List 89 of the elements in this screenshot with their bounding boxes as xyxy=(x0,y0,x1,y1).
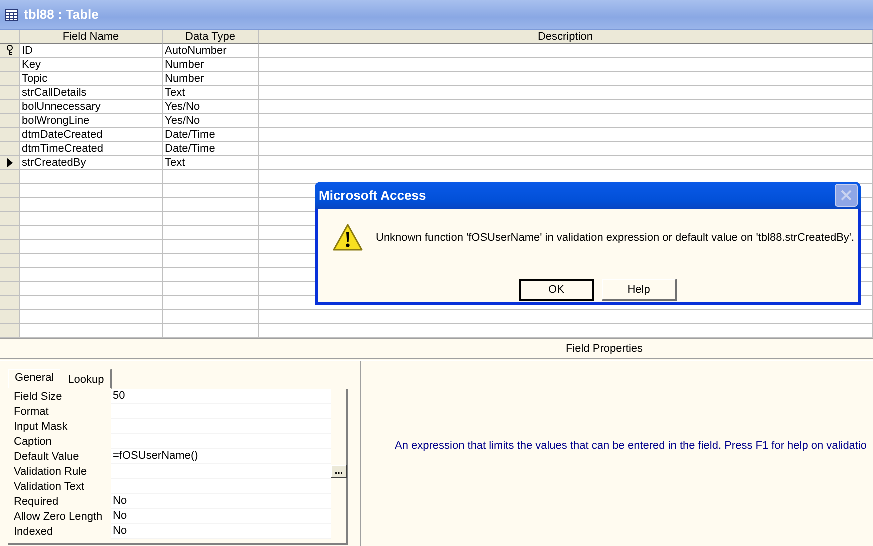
property-field[interactable]: 50 xyxy=(111,389,331,404)
table-cell[interactable] xyxy=(20,310,163,324)
property-label: Format xyxy=(14,406,50,418)
table-cell[interactable] xyxy=(163,184,259,198)
table-cell[interactable] xyxy=(20,212,163,226)
table-cell[interactable] xyxy=(259,72,873,86)
table-cell[interactable]: Yes/No xyxy=(163,100,259,114)
table-cell[interactable] xyxy=(20,254,163,268)
dialog-title: Microsoft Access xyxy=(319,188,426,203)
property-label: Validation Text xyxy=(14,480,86,492)
table-cell[interactable]: Yes/No xyxy=(163,114,259,128)
table-cell[interactable] xyxy=(259,156,873,170)
dialog-button[interactable]: OK xyxy=(519,279,594,301)
property-label: Validation Rule xyxy=(14,466,88,478)
table-cell[interactable] xyxy=(163,254,259,268)
table-cell[interactable]: ID xyxy=(20,44,163,58)
property-label: Caption xyxy=(14,436,53,448)
property-label: Field Size xyxy=(14,390,64,402)
table-cell[interactable] xyxy=(20,226,163,240)
table-cell[interactable]: bolUnnecessary xyxy=(20,100,163,114)
table-cell[interactable]: Topic xyxy=(20,72,163,86)
property-label: Allow Zero Length xyxy=(14,510,104,522)
table-cell[interactable] xyxy=(20,268,163,282)
property-field[interactable] xyxy=(111,479,331,494)
table-cell[interactable]: AutoNumber xyxy=(163,44,259,58)
property-label: Default Value xyxy=(14,450,80,462)
table-cell[interactable]: bolWrongLine xyxy=(20,114,163,128)
close-icon xyxy=(841,190,852,201)
table-cell[interactable]: Number xyxy=(163,72,259,86)
table-cell[interactable]: Text xyxy=(163,156,259,170)
table-cell[interactable] xyxy=(163,324,259,338)
section-title: Field Properties xyxy=(566,343,644,355)
table-cell[interactable] xyxy=(20,198,163,212)
table-cell[interactable] xyxy=(163,268,259,282)
table-cell[interactable]: Date/Time xyxy=(163,128,259,142)
table-cell[interactable] xyxy=(20,296,163,310)
property-field[interactable]: =fOSUserName() xyxy=(111,449,331,464)
table-cell[interactable] xyxy=(259,58,873,72)
table-cell[interactable] xyxy=(259,128,873,142)
table-cell[interactable]: strCreatedBy xyxy=(20,156,163,170)
table-cell[interactable]: strCallDetails xyxy=(20,86,163,100)
table-cell[interactable] xyxy=(163,240,259,254)
table-cell[interactable] xyxy=(163,296,259,310)
warning-icon xyxy=(332,223,364,253)
property-label: Indexed xyxy=(14,526,54,538)
builder-button[interactable]: ... xyxy=(331,465,347,478)
tab[interactable]: General xyxy=(8,369,62,389)
property-field[interactable]: No xyxy=(111,494,331,509)
property-field[interactable]: No xyxy=(111,509,331,524)
table-cell[interactable] xyxy=(259,324,873,338)
table-cell[interactable] xyxy=(259,86,873,100)
table-cell[interactable] xyxy=(163,212,259,226)
header-corner xyxy=(0,30,20,44)
table-cell[interactable] xyxy=(163,170,259,184)
table-cell[interactable] xyxy=(163,198,259,212)
close-button[interactable] xyxy=(835,184,858,207)
property-field[interactable] xyxy=(111,464,331,479)
table-cell[interactable] xyxy=(259,142,873,156)
table-cell[interactable] xyxy=(259,44,873,58)
table-cell[interactable] xyxy=(259,100,873,114)
table-cell[interactable] xyxy=(20,282,163,296)
table-cell[interactable] xyxy=(20,170,163,184)
dialog-button[interactable]: Help xyxy=(602,279,677,301)
table-icon xyxy=(5,8,18,20)
table-cell[interactable] xyxy=(163,226,259,240)
table-cell[interactable]: dtmTimeCreated xyxy=(20,142,163,156)
row-selector[interactable] xyxy=(0,156,20,170)
table-cell[interactable]: Key xyxy=(20,58,163,72)
property-field[interactable]: No xyxy=(111,524,331,539)
table-cell[interactable] xyxy=(259,114,873,128)
table-cell[interactable]: dtmDateCreated xyxy=(20,128,163,142)
table-cell[interactable]: Date/Time xyxy=(163,142,259,156)
dialog-message: Unknown function 'fOSUserName' in validation expression or default value on 'tbl88.strCreatedBy'. xyxy=(376,232,855,244)
table-cell[interactable] xyxy=(163,310,259,324)
table-cell[interactable] xyxy=(20,240,163,254)
column-header[interactable]: Description xyxy=(259,30,873,44)
table-cell[interactable] xyxy=(20,184,163,198)
table-cell[interactable] xyxy=(163,282,259,296)
column-header[interactable]: Field Name xyxy=(20,30,163,44)
table-cell[interactable]: Number xyxy=(163,58,259,72)
column-header[interactable]: Data Type xyxy=(163,30,259,44)
table-cell[interactable]: Text xyxy=(163,86,259,100)
window-title: tbl88 : Table xyxy=(24,7,99,22)
help-text: An expression that limits the values that can be entered in the field. Press F1 for help on validatio xyxy=(395,440,868,452)
table-cell[interactable] xyxy=(259,310,873,324)
table-cell[interactable] xyxy=(20,324,163,338)
property-label: Input Mask xyxy=(14,420,69,432)
row-selector[interactable] xyxy=(0,44,20,58)
property-label: Required xyxy=(14,496,60,508)
